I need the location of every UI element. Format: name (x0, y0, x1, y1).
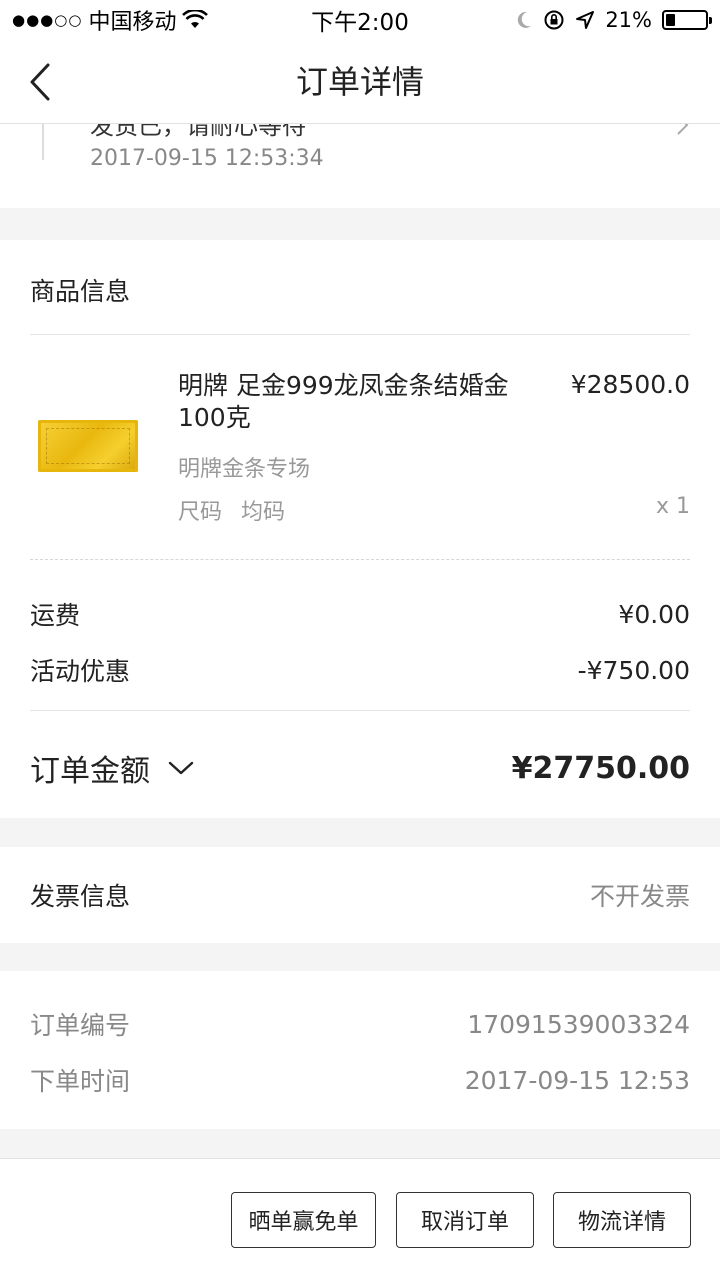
page-title: 订单详情 (295, 63, 424, 101)
logistics-status-time: 2017-09-15 12:53:34 (90, 146, 324, 171)
discount-label: 活动优惠 (30, 657, 131, 686)
product-price: ¥28500.0 (570, 370, 690, 399)
order-number-row: 订单编号 17091539003324 (30, 1006, 690, 1042)
carrier-label: 中国移动 (88, 10, 177, 35)
battery-icon (662, 10, 712, 30)
divider (30, 334, 690, 335)
status-left: ●●●○○ 中国移动 (12, 4, 209, 36)
spec-label: 尺码 (178, 500, 223, 525)
dashed-divider (30, 559, 690, 560)
shipping-row: 运费 ¥0.00 (30, 596, 690, 632)
logistics-detail-button[interactable]: 物流详情 (553, 1192, 691, 1248)
discount-row: 活动优惠 -¥750.00 (30, 652, 690, 688)
total-label-group[interactable]: 订单金额 (30, 746, 194, 790)
back-button[interactable] (12, 54, 68, 110)
invoice-value: 不开发票 (589, 882, 690, 911)
total-value: ¥27750.00 (511, 750, 690, 786)
wifi-icon (182, 10, 209, 28)
status-bar: ●●●○○ 中国移动 下午2:00 21% (0, 0, 720, 40)
signal-strength-icon: ●●●○○ (12, 11, 83, 29)
order-detail-page: ●●●○○ 中国移动 下午2:00 21% 订单详情 发货已，请耐心等待 201… (0, 0, 720, 1281)
spec-value: 均码 (241, 500, 286, 525)
rotation-lock-icon (544, 10, 564, 30)
invoice-row[interactable]: 发票信息 不开发票 (30, 877, 690, 913)
divider (30, 710, 690, 711)
status-right: 21% (515, 8, 712, 32)
order-time-row: 下单时间 2017-09-15 12:53 (30, 1062, 690, 1098)
share-order-button[interactable]: 晒单赢免单 (231, 1192, 376, 1248)
timeline-line (42, 120, 44, 160)
shipping-label: 运费 (30, 601, 81, 630)
product-spec: 尺码 均码 (178, 494, 285, 526)
nav-bar: 订单详情 (0, 40, 720, 124)
order-time-value: 2017-09-15 12:53 (464, 1065, 690, 1095)
chevron-left-icon (30, 63, 50, 101)
invoice-card[interactable]: 发票信息 不开发票 (0, 847, 720, 943)
goods-card: 商品信息 明牌 足金999龙凤金条结婚金100克 ¥28500.0 明牌金条专场… (0, 240, 720, 818)
moon-icon (518, 11, 532, 28)
shipping-value: ¥0.00 (618, 599, 690, 629)
chevron-down-icon[interactable] (168, 760, 194, 776)
discount-value: -¥750.00 (577, 655, 690, 685)
total-row[interactable]: 订单金额 ¥27750.00 (30, 746, 690, 790)
battery-percent: 21% (605, 8, 652, 32)
product-quantity: x 1 (655, 494, 690, 519)
product-shop: 明牌金条专场 (178, 457, 311, 482)
product-thumbnail[interactable] (38, 420, 138, 472)
order-time-label: 下单时间 (30, 1067, 131, 1096)
bottom-action-bar: 晒单赢免单 取消订单 物流详情 (0, 1158, 720, 1281)
order-number-value: 17091539003324 (467, 1009, 690, 1039)
location-arrow-icon (576, 11, 595, 29)
order-info-card: 订单编号 17091539003324 下单时间 2017-09-15 12:5… (0, 971, 720, 1129)
total-label: 订单金额 (30, 754, 150, 789)
invoice-label: 发票信息 (30, 882, 131, 911)
cancel-order-button[interactable]: 取消订单 (396, 1192, 534, 1248)
order-number-label: 订单编号 (30, 1011, 131, 1040)
goods-section-title: 商品信息 (30, 277, 131, 306)
product-name[interactable]: 明牌 足金999龙凤金条结婚金100克 (178, 370, 548, 434)
